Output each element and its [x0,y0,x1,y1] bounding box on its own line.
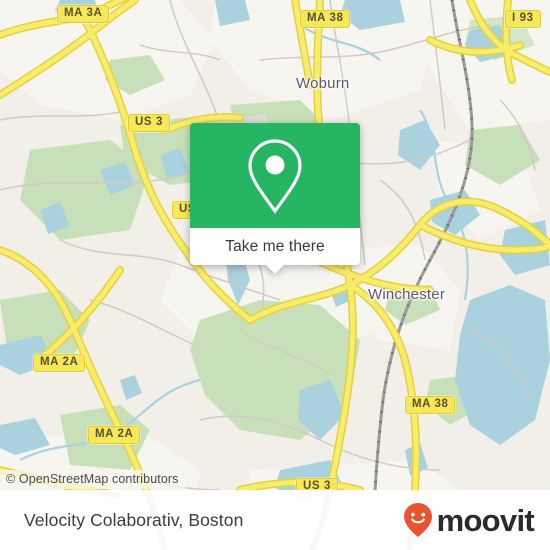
city-label-winchester: Winchester [368,286,446,303]
shield-ma-2a-lower[interactable]: MA 2A [88,426,141,444]
map-attribution[interactable]: © OpenStreetMap contributors [0,470,185,489]
popup-icon-panel [190,123,360,228]
shield-i-93[interactable]: I 93 [505,10,541,28]
moovit-wordmark: moovit [436,502,535,538]
moovit-logo[interactable]: moovit [403,502,535,538]
take-me-there-button[interactable]: Take me there [225,238,325,256]
place-title: Velocity Colaborativ, Boston [24,509,244,530]
shield-ma-38-lower[interactable]: MA 38 [405,396,456,414]
shield-ma-38-top[interactable]: MA 38 [300,10,351,28]
location-popup[interactable]: Take me there [190,123,360,274]
popup-tail [266,265,284,274]
shield-ma-2a-upper[interactable]: MA 2A [33,354,86,372]
map-pin-icon [248,138,302,214]
shield-ma-3a[interactable]: MA 3A [57,5,110,23]
shield-us-3-upper[interactable]: US 3 [128,114,170,132]
popup-action-panel[interactable]: Take me there [190,228,360,274]
footer-bar: Velocity Colaborativ, Boston moovit [0,490,550,550]
moovit-smiley-pin-icon [403,503,432,537]
map-screen: Woburn Winchester MA 3A MA 38 I 93 US 3 … [0,0,550,550]
city-label-woburn: Woburn [296,75,350,92]
map-canvas[interactable]: Woburn Winchester MA 3A MA 38 I 93 US 3 … [0,0,550,550]
map-tiles [0,0,550,550]
